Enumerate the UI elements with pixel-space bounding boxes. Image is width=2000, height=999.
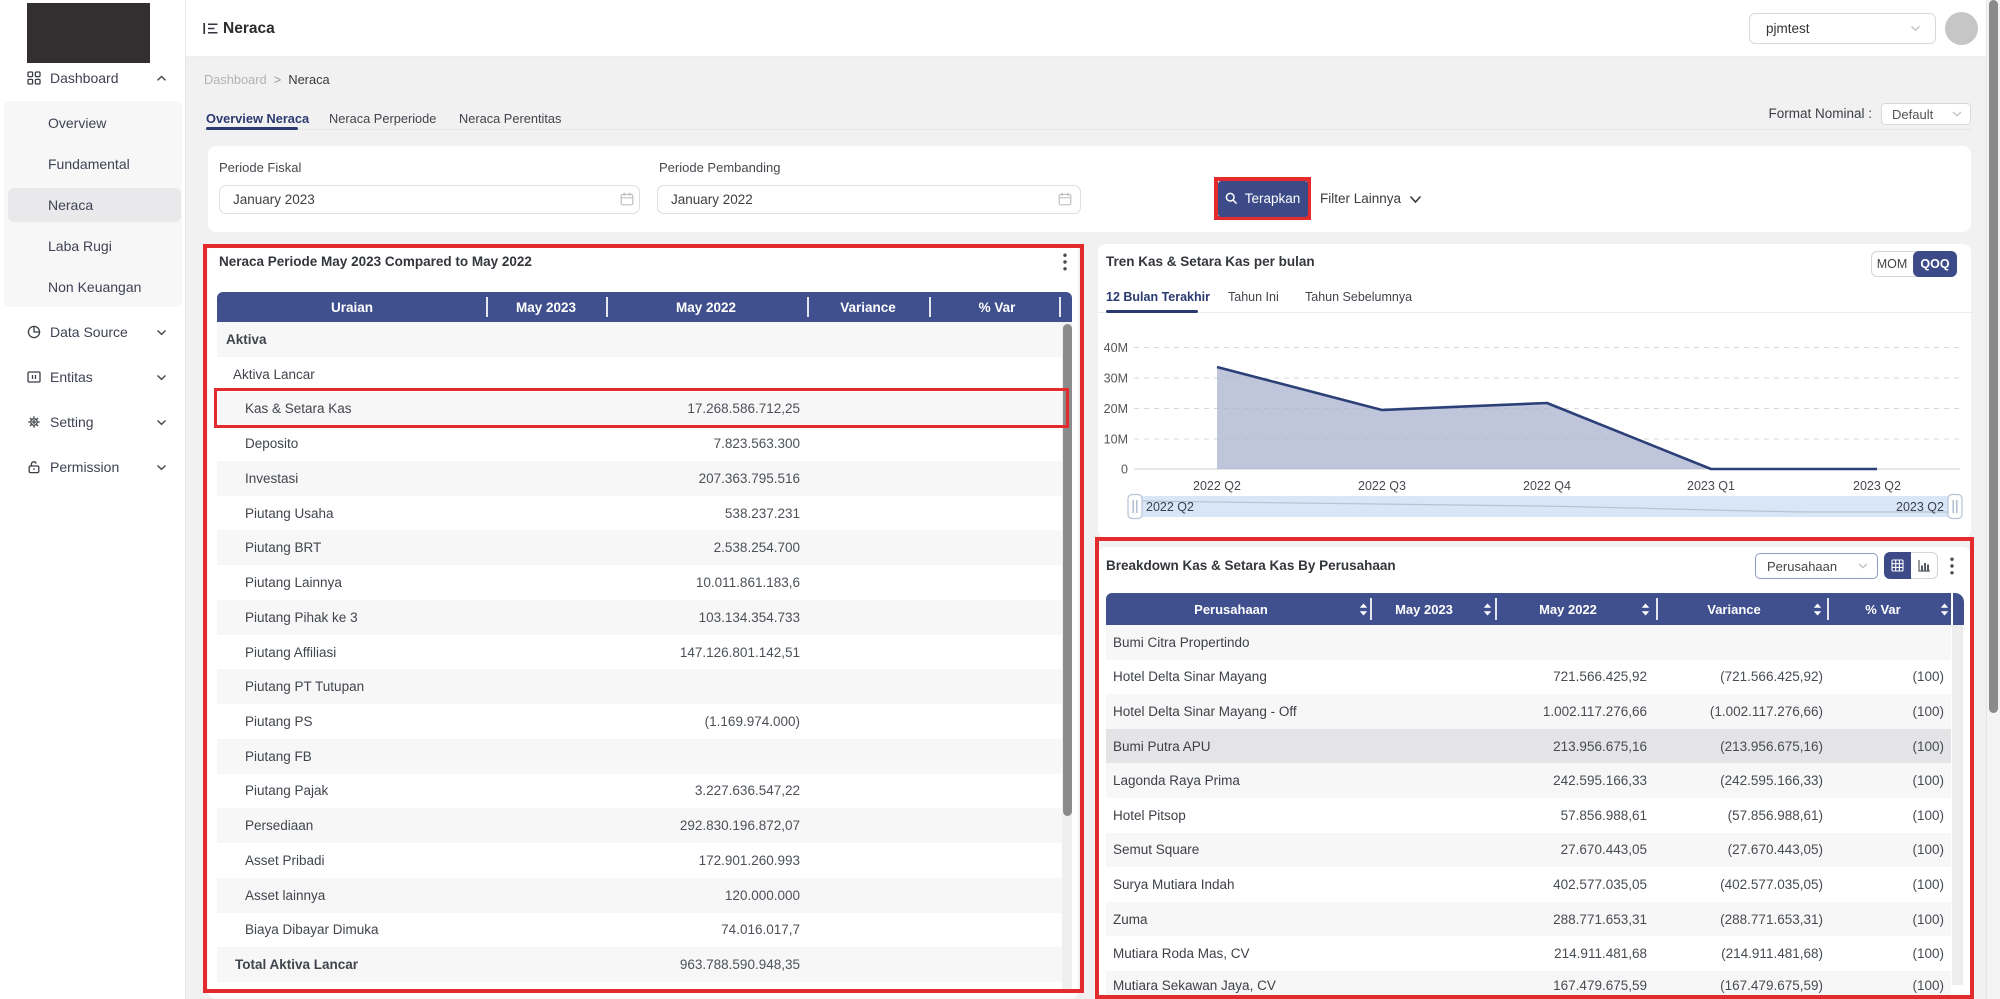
svg-text:0: 0 xyxy=(1121,463,1128,477)
svg-text:10M: 10M xyxy=(1104,433,1128,447)
svg-text:2022 Q2: 2022 Q2 xyxy=(1193,479,1241,493)
svg-text:40M: 40M xyxy=(1104,341,1128,355)
svg-text:2022 Q4: 2022 Q4 xyxy=(1523,479,1571,493)
svg-text:2022 Q2: 2022 Q2 xyxy=(1146,500,1194,514)
svg-text:2023 Q1: 2023 Q1 xyxy=(1687,479,1735,493)
svg-text:2023 Q2: 2023 Q2 xyxy=(1853,479,1901,493)
svg-text:20M: 20M xyxy=(1104,402,1128,416)
svg-text:2023 Q2: 2023 Q2 xyxy=(1896,500,1944,514)
svg-text:30M: 30M xyxy=(1104,372,1128,386)
svg-text:2022 Q3: 2022 Q3 xyxy=(1358,479,1406,493)
